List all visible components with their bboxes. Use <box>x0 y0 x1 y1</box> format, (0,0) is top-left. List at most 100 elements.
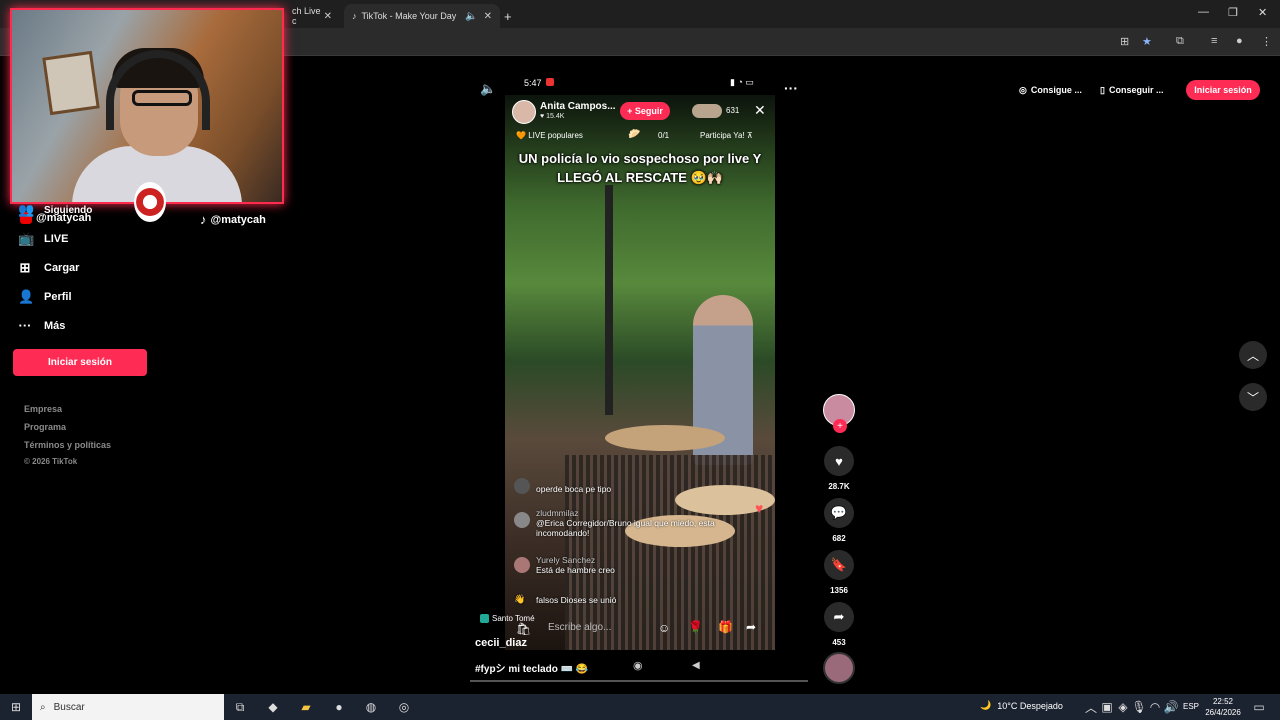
tab-tiktok[interactable]: ♪ TikTok - Make Your Day 🔈 ✕ <box>344 4 500 28</box>
comment-count: 682 <box>832 534 846 543</box>
new-tab-button[interactable]: + <box>504 4 522 28</box>
close-tab-icon[interactable]: ✕ <box>484 11 492 22</box>
phone-icon: ▯ <box>1100 84 1105 95</box>
chat-avatar <box>514 478 530 494</box>
sidebar-item-more[interactable]: ··· Más <box>18 318 66 333</box>
mute-tab-icon[interactable]: 🔈 <box>465 11 477 22</box>
discord-icon[interactable]: ● <box>330 698 348 716</box>
task-view-icon[interactable]: ⧉ <box>231 698 249 716</box>
language-indicator[interactable]: ESP <box>1183 702 1199 711</box>
taskbar-search[interactable]: ⌕ Buscar <box>32 694 224 720</box>
share-button[interactable]: ➦ <box>824 602 854 632</box>
upload-icon: ⊞ <box>19 260 31 275</box>
close-tab-icon[interactable]: ✕ <box>324 11 332 22</box>
save-count: 1356 <box>830 586 848 595</box>
tab-label: TikTok - Make Your Day <box>361 11 457 21</box>
speaker-icon[interactable]: 🔊 <box>1162 698 1180 716</box>
sidebar-item-live[interactable]: 📺 LIVE <box>18 231 68 247</box>
browser-menu-icon[interactable]: ⋮ <box>1261 35 1272 48</box>
next-video-button[interactable]: ﹀ <box>1239 383 1267 411</box>
share-icon: ➦ <box>833 609 845 624</box>
webcam-overlay <box>10 8 284 204</box>
moon-icon: 🌙 <box>980 700 992 710</box>
copilot-icon[interactable]: ◆ <box>264 698 282 716</box>
caption-line: LLEGÓ AL RESCATE 🥹🙌🏻 <box>557 169 723 185</box>
sidebar-item-following[interactable]: 👥 Siguiendo <box>18 202 92 218</box>
video-author[interactable]: cecii_diaz <box>475 637 527 649</box>
top-login-button[interactable]: Iniciar sesión <box>1186 80 1260 100</box>
comment-input[interactable]: Escribe algo... <box>548 622 611 633</box>
gift-icon: 🥟 <box>628 129 641 140</box>
sidebar-item-upload[interactable]: ⊞ Cargar <box>18 260 80 276</box>
close-window-button[interactable]: ✕ <box>1258 6 1267 19</box>
music-disc[interactable] <box>823 652 855 684</box>
extensions-icon[interactable]: ⧉ <box>1176 35 1184 48</box>
maximize-button[interactable]: ❐ <box>1228 6 1238 19</box>
bookmark-icon: 🔖 <box>830 557 848 572</box>
rose-gift-icon[interactable]: 🌹 <box>688 620 703 634</box>
obs-icon[interactable]: ◎ <box>395 698 413 716</box>
taskbar-clock[interactable]: 22:52 26/4/2026 <box>1200 696 1246 718</box>
cart-icon[interactable]: 🛍 <box>516 622 531 636</box>
signal-battery-icon: ▮ ◔ ▭ <box>730 77 754 87</box>
streamer-logo-badge <box>134 182 166 222</box>
file-explorer-icon[interactable]: ▰ <box>297 698 315 716</box>
record-icon: ◉ <box>633 660 643 672</box>
location-icon <box>480 614 489 623</box>
get-coins-button[interactable]: ◎ Consigue ... <box>1019 80 1082 100</box>
live-icon: 📺 <box>18 231 35 246</box>
more-options-icon[interactable]: ··· <box>784 80 798 96</box>
chat-message: zludmmilaz @Erica Corregidor/Bruno igual… <box>514 508 764 538</box>
footer-link-program[interactable]: Programa <box>24 422 66 432</box>
follow-button[interactable]: + Seguir <box>620 102 670 120</box>
save-button[interactable]: 🔖 <box>824 550 854 580</box>
host-likes: ♥ 15.4K <box>540 113 565 120</box>
like-button[interactable]: ♥ <box>824 446 854 476</box>
profile-avatar-icon[interactable]: ● <box>1236 35 1243 47</box>
video-progress-bar[interactable] <box>470 680 808 682</box>
tab-twitch[interactable]: ch Live c ✕ <box>284 4 340 28</box>
back-icon: ◀ <box>692 660 700 671</box>
viewer-count: 631 <box>726 106 740 115</box>
sidebar-login-button[interactable]: Iniciar sesión <box>13 349 147 376</box>
comment-button[interactable]: 💬 <box>824 498 854 528</box>
minimize-button[interactable]: — <box>1198 6 1209 18</box>
host-name[interactable]: Anita Campos... <box>540 101 616 112</box>
more-icon: ··· <box>18 318 32 333</box>
get-app-button[interactable]: ▯ Conseguir ... <box>1100 80 1163 100</box>
copyright: © 2026 TikTok <box>24 457 78 466</box>
video-description: #fypシ mi teclado ⌨️ 😂 <box>475 664 589 675</box>
heart-reaction-icon: ♥ <box>755 500 764 516</box>
wave-icon: 👋 <box>514 594 526 604</box>
chat-avatar <box>514 512 530 528</box>
emoji-icon[interactable]: ☺ <box>658 621 670 635</box>
previous-video-button[interactable]: ︿ <box>1239 341 1267 369</box>
notifications-icon[interactable]: ▭ <box>1250 698 1268 716</box>
chrome-icon[interactable]: ◍ <box>362 698 380 716</box>
footer-link-company[interactable]: Empresa <box>24 404 62 414</box>
weather-widget[interactable]: 🌙 10°C Despejado <box>980 700 1063 711</box>
follow-creator-button[interactable]: + <box>833 419 847 433</box>
close-live-icon[interactable]: ✕ <box>754 102 766 119</box>
volume-icon[interactable]: 🔈 <box>480 81 496 97</box>
gift-box-icon[interactable]: 🎁 <box>718 620 733 634</box>
chat-avatar <box>514 557 530 573</box>
translate-icon[interactable]: ⊞ <box>1120 35 1129 48</box>
participa-label[interactable]: Participa Ya! ⊼ <box>700 131 753 140</box>
media-control-icon[interactable]: ≡ <box>1211 35 1217 47</box>
tree-trunk <box>605 185 613 415</box>
share-count: 453 <box>832 638 846 647</box>
bookmark-star-icon[interactable]: ★ <box>1142 35 1152 48</box>
sidebar-item-profile[interactable]: 👤 Perfil <box>18 289 72 305</box>
flatbread <box>605 425 725 451</box>
share-live-icon[interactable]: ➦ <box>746 620 756 634</box>
live-popular-label[interactable]: 🧡 LIVE populares <box>516 131 583 140</box>
tab-label: ch Live c <box>292 6 321 26</box>
chat-message: Yurely Sanchez Está de hambre creo <box>514 555 764 575</box>
host-avatar[interactable] <box>512 100 536 124</box>
windows-start-icon[interactable]: ⊞ <box>7 698 25 716</box>
comment-icon: 💬 <box>830 505 848 520</box>
footer-link-terms[interactable]: Términos y políticas <box>24 440 111 450</box>
coin-icon: ◎ <box>1019 84 1027 95</box>
glasses <box>132 90 192 106</box>
